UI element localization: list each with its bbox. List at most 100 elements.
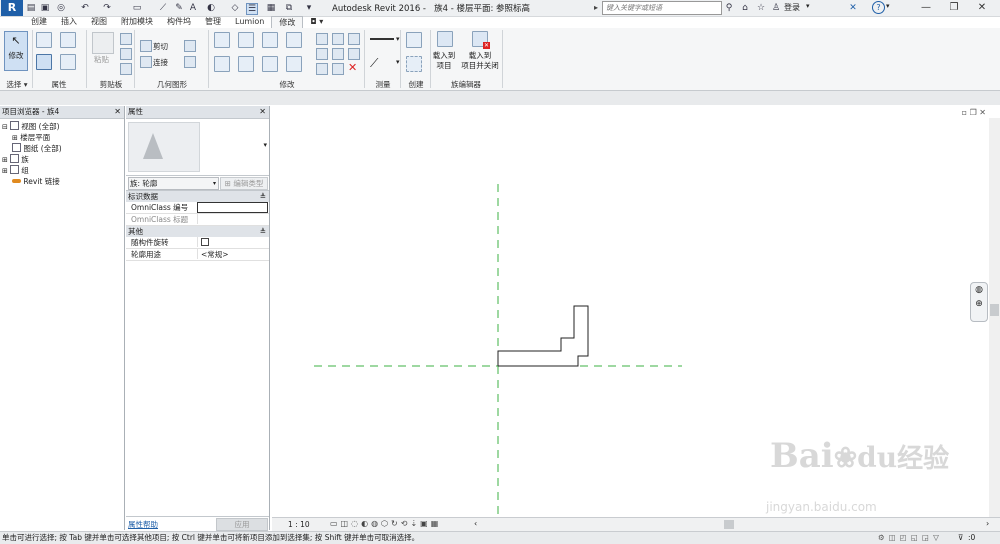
3d-view-icon[interactable]: ◐ [206,3,216,13]
scale-icon[interactable] [316,63,328,75]
join-geometry-icon[interactable] [140,56,152,68]
minimize-icon[interactable]: — [914,0,938,15]
login-dropdown-icon[interactable]: ▾ [806,2,810,10]
save-icon[interactable]: ▣ [40,3,50,13]
profile-outline[interactable] [497,305,589,367]
properties-toggle-icon[interactable] [36,54,52,70]
load-into-project-and-close-button[interactable]: ✕ 载入到 项目并关闭 [458,31,502,77]
browser-item-revit-links[interactable]: Revit 链接 [0,176,124,187]
split-gap-icon[interactable] [348,33,360,45]
collapse-icon[interactable]: ⊟ [2,123,8,131]
scroll-left-icon[interactable]: ‹ [474,519,477,528]
family-type-selector[interactable]: 族: 轮廓 ▾ [128,177,219,190]
select-panel-title[interactable]: 选择 ▾ [2,79,32,89]
user-icon[interactable]: ♙ [771,3,781,13]
search-field[interactable] [602,1,722,15]
sync-icon[interactable]: ◎ [56,3,66,13]
collapse-icon[interactable]: ≜ [260,191,266,202]
help-dropdown-icon[interactable]: ▾ [886,2,890,10]
dimension-icon[interactable]: ⟋ [370,56,378,71]
load-into-project-button[interactable]: 载入到 项目 [432,31,456,77]
undo-icon[interactable]: ↶ [80,3,90,13]
family-category-icon[interactable] [60,32,76,48]
measure-icon[interactable]: ⟋ [158,3,168,13]
cut-icon[interactable] [120,33,132,45]
align-dimension-icon[interactable]: ✎ [174,3,184,13]
maximize-icon[interactable]: ❐ [942,0,966,15]
search-binoculars-icon[interactable]: ⚲ [724,3,734,13]
open-icon[interactable]: ▤ [26,3,36,13]
array-icon[interactable] [316,48,328,60]
revit-app-menu-button[interactable]: R [1,0,23,16]
customize-qat-icon[interactable]: ▾ [304,3,314,13]
offset-icon[interactable] [238,32,254,48]
paint-icon[interactable] [184,56,196,68]
omniclass-number-input[interactable] [197,202,268,213]
join-geometry-label[interactable]: 连接 [153,57,168,68]
paste-icon[interactable] [92,32,114,54]
scroll-thumb[interactable] [990,304,999,316]
align-icon[interactable] [214,32,230,48]
trim-single-icon[interactable] [332,33,344,45]
close-icon[interactable]: ✕ [114,106,121,118]
close-icon[interactable]: ✕ [970,0,994,15]
close-hidden-icon[interactable]: ▦ [266,3,276,13]
zoom-icon[interactable]: ⊕ [971,297,987,311]
selection-filter-icons[interactable]: ⚙◫◰◱◲▽ [878,532,943,544]
expand-icon[interactable]: ⊞ [2,167,8,175]
expand-icon[interactable]: ⊞ [12,134,18,142]
split-element-icon[interactable] [316,33,328,45]
trim-extend-corner-icon[interactable] [286,56,302,72]
cut-geometry-icon[interactable] [140,40,152,52]
redo-icon[interactable]: ↷ [102,3,112,13]
navigation-bar[interactable]: ◍ ⊕ [970,282,988,322]
copy-icon[interactable] [120,48,132,60]
cut-geometry-label[interactable]: 剪切 [153,41,168,52]
browser-item-families[interactable]: ⊞ 族 [0,154,124,165]
tab-create[interactable]: 创建 [24,16,54,28]
ribbon-minimize-toggle[interactable]: ◘ ▾ [303,16,330,28]
close-icon[interactable]: ✕ [259,106,266,118]
browser-item-sheets[interactable]: 图纸 (全部) [0,143,124,154]
rotate-icon[interactable] [262,56,278,72]
rotate-with-component-checkbox[interactable] [201,238,209,246]
type-dropdown-icon[interactable]: ▾ [263,141,267,149]
family-types-icon[interactable] [36,32,52,48]
vertical-scrollbar[interactable] [989,118,1000,517]
subscription-icon[interactable]: ⌂ [740,3,750,13]
text-icon[interactable]: A [188,3,198,13]
edit-type-button[interactable]: ⊞ 编辑类型 [220,177,268,190]
filter-icon[interactable]: ⊽ [958,532,964,544]
browser-item-floor-plans[interactable]: ⊞ 楼层平面 [0,132,124,143]
thin-lines-icon[interactable]: ☰ [246,3,258,15]
measure-dropdown-icon[interactable]: ▾ [396,35,400,43]
copy-element-icon[interactable] [238,56,254,72]
help-icon[interactable]: ? [872,1,885,14]
profile-usage-select[interactable]: <常规> [197,249,267,259]
mirror-draw-icon[interactable] [286,32,302,48]
mirror-axis-icon[interactable] [262,32,278,48]
apply-button[interactable]: 应用 [216,518,268,531]
group-other[interactable]: 其他 ≜ [126,226,269,237]
view-scale[interactable]: 1 : 10 [288,520,310,529]
tab-manage[interactable]: 管理 [198,16,228,28]
create-group-icon[interactable] [406,32,422,48]
browser-item-groups[interactable]: ⊞ 组 [0,165,124,176]
horizontal-scroll-thumb[interactable] [724,520,734,529]
create-similar-icon[interactable] [406,56,422,72]
tab-lumion[interactable]: Lumion [228,16,271,28]
section-icon[interactable]: ◇ [230,3,240,13]
switch-windows-icon[interactable]: ⧉ [284,3,294,13]
drawing-canvas[interactable]: ▫ ❐ ✕ ◍ ⊕ Bai❀du经验 jingyan.baidu.com [272,106,988,517]
unpin-icon[interactable] [348,48,360,60]
search-expand-icon[interactable]: ▸ [594,3,598,12]
group-identity-data[interactable]: 标识数据 ≜ [126,191,269,202]
scroll-right-icon[interactable]: › [986,519,989,528]
modify-tool-button[interactable]: ↖ 修改 [4,31,28,71]
steering-wheel-icon[interactable]: ◍ [971,283,987,297]
browser-item-views[interactable]: ⊟ 视图 (全部) [0,121,124,132]
move-icon[interactable] [214,56,230,72]
favorites-star-icon[interactable]: ☆ [756,3,766,13]
match-properties-icon[interactable] [120,63,132,75]
trim-multiple-icon[interactable] [332,48,344,60]
